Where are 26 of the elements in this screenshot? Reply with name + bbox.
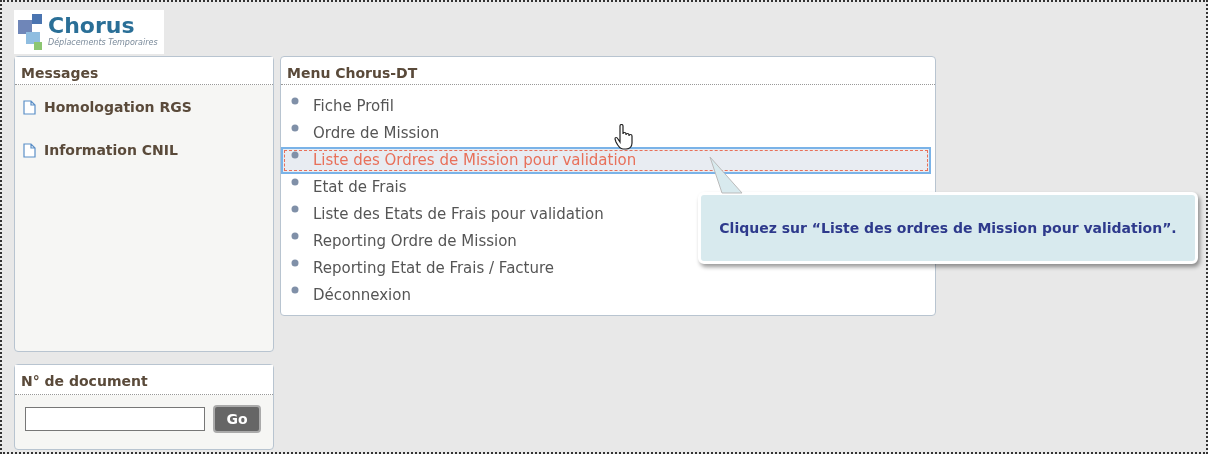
menu-item[interactable]: Fiche Profil xyxy=(281,93,931,120)
bullet-icon xyxy=(291,286,299,294)
document-number-field[interactable] xyxy=(25,407,205,431)
bullet-icon xyxy=(291,151,299,159)
panel-title: N° de document xyxy=(15,365,273,395)
bullet-icon xyxy=(291,205,299,213)
panel-title: Messages xyxy=(15,57,273,85)
tooltip-pointer-icon xyxy=(708,156,744,194)
logo-title: Chorus xyxy=(48,14,136,38)
menu-item[interactable]: Ordre de Mission xyxy=(281,120,931,147)
logo-subtitle: Déplacements Temporaires xyxy=(48,38,158,48)
document-icon xyxy=(23,100,36,115)
bullet-icon xyxy=(291,97,299,105)
message-link[interactable]: Homologation RGS xyxy=(44,97,192,118)
bullet-icon xyxy=(291,124,299,132)
bullet-icon xyxy=(291,178,299,186)
bullet-icon xyxy=(291,259,299,267)
tooltip: Cliquez sur “Liste des ordres de Mission pour validation”. xyxy=(698,192,1198,264)
menu-item[interactable]: Déconnexion xyxy=(281,282,931,309)
logo-icon xyxy=(18,14,44,50)
bullet-icon xyxy=(291,232,299,240)
hand-cursor-icon xyxy=(614,124,634,150)
panel-title: Menu Chorus-DT xyxy=(281,57,935,85)
document-icon xyxy=(23,143,36,158)
go-button[interactable]: Go xyxy=(213,405,261,433)
message-link[interactable]: Information CNIL xyxy=(44,140,178,161)
